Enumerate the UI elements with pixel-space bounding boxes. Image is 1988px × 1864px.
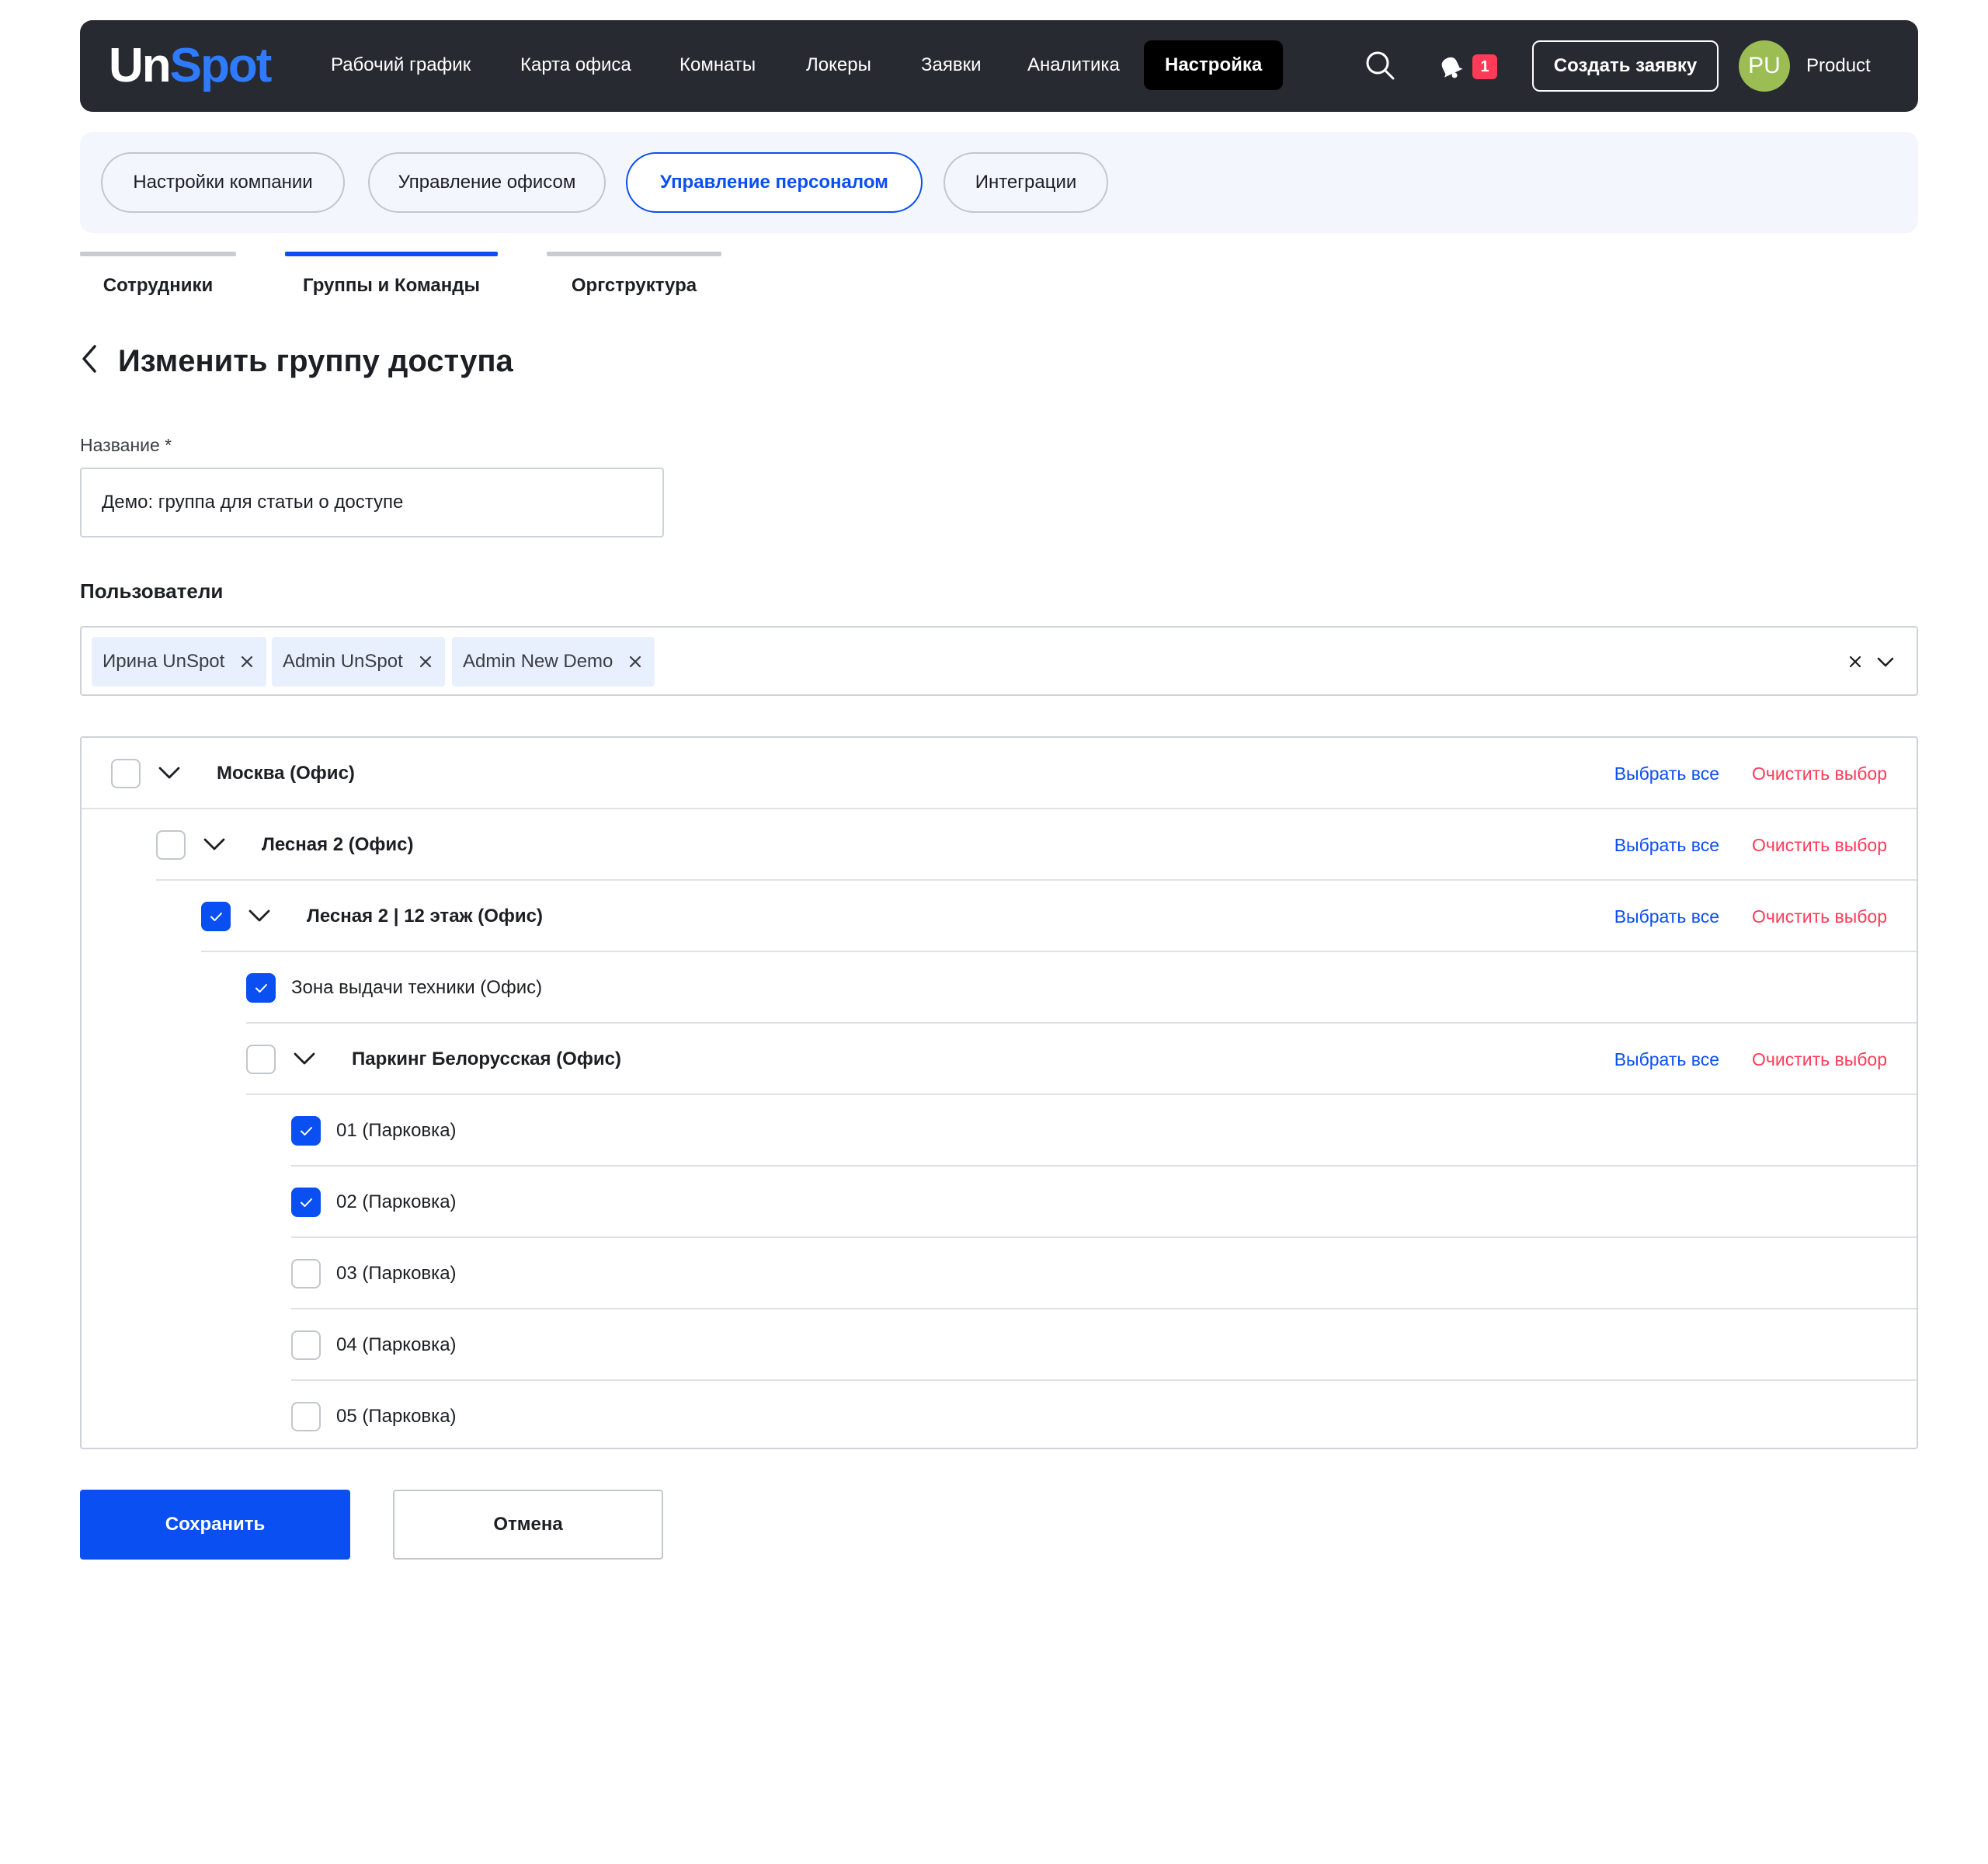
select-all-link[interactable]: Выбрать все [1614,881,1719,952]
save-button[interactable]: Сохранить [80,1490,350,1560]
user-tag-label: Ирина UnSpot [103,651,225,672]
top-navigation-bar: UnSpot Рабочий график Карта офиса Комнат… [80,20,1918,112]
tree-row-label: Лесная 2 (Офис) [262,834,414,855]
user-avatar[interactable]: PU [1739,40,1790,92]
section-staff-management[interactable]: Управление персоналом [626,152,923,213]
clear-selection-link[interactable]: Очистить выбор [1752,738,1887,809]
logo-text-un: Un [109,39,172,92]
checkbox[interactable] [246,1045,276,1074]
section-integrations[interactable]: Интеграции [944,152,1108,213]
nav-item-requests[interactable]: Заявки [921,40,982,90]
checkmark-icon [210,913,222,921]
user-tag-label: Admin UnSpot [283,651,403,672]
notification-bell-icon[interactable] [1437,53,1465,81]
tree-row-label: Лесная 2 | 12 этаж (Офис) [307,906,543,927]
user-tag: Admin UnSpot [272,637,445,687]
tree-row-moscow: Москва (Офис) Выбрать все Очистить выбор [82,738,1917,809]
tree-row-label: 03 (Парковка) [336,1263,457,1284]
checkbox-checked[interactable] [291,1188,321,1217]
tab-label: Оргструктура [571,275,697,296]
logo-text-spot: Spot [169,39,273,92]
page-title: Изменить группу доступа [118,344,513,378]
chevron-down-icon[interactable] [248,907,271,924]
nav-item-analytics[interactable]: Аналитика [1027,40,1120,90]
tab-label: Сотрудники [103,275,214,296]
user-tag: Ирина UnSpot [92,637,267,687]
tree-row-label: Москва (Офис) [217,763,355,784]
group-name-input[interactable] [80,468,664,537]
chevron-down-icon[interactable] [293,1050,316,1067]
tab-employees[interactable]: Сотрудники [80,252,236,298]
user-name[interactable]: Product [1806,40,1871,92]
checkbox[interactable] [291,1259,321,1288]
checkbox-checked[interactable] [246,973,276,1003]
remove-tag-icon[interactable] [628,655,642,669]
nav-item-lockers[interactable]: Локеры [806,40,871,90]
tree-row-lesnaya-2: Лесная 2 (Офис) Выбрать все Очистить выб… [156,809,1917,881]
search-icon[interactable] [1364,50,1395,81]
settings-section-bar: Настройки компании Управление офисом Упр… [80,132,1918,233]
section-company-settings[interactable]: Настройки компании [101,152,345,213]
tree-row-parking-spot: 04 (Парковка) [291,1309,1917,1381]
checkbox-checked[interactable] [201,902,231,931]
nav-item-office-map[interactable]: Карта офиса [520,40,631,90]
checkbox[interactable] [156,830,186,860]
user-tag: Admin New Demo [452,637,655,687]
tree-row-lesnaya-2-floor-12: Лесная 2 | 12 этаж (Офис) Выбрать все Оч… [201,881,1917,952]
tab-groups-and-teams[interactable]: Группы и Команды [285,252,498,298]
name-field-label: Название * [80,435,172,455]
tree-row-label: 01 (Парковка) [336,1120,457,1141]
tree-row-parking-spot: 01 (Парковка) [291,1095,1917,1167]
select-all-link[interactable]: Выбрать все [1614,738,1719,809]
nav-item-work-schedule[interactable]: Рабочий график [331,40,471,90]
tab-label: Группы и Команды [303,275,480,296]
tree-row-label: Паркинг Белорусская (Офис) [352,1048,621,1069]
user-tag-label: Admin New Demo [463,651,613,672]
tree-row-equipment-zone: Зона выдачи техники (Офис) [246,952,1917,1024]
create-request-button[interactable]: Создать заявку [1532,40,1719,92]
users-field-label: Пользователи [80,579,224,603]
checkbox[interactable] [111,759,141,788]
users-multiselect[interactable]: Ирина UnSpot Admin UnSpot Admin New Demo [80,626,1918,696]
checkmark-icon [301,1198,312,1207]
tree-row-label: 05 (Парковка) [336,1406,457,1427]
tab-indicator [80,252,236,256]
checkbox[interactable] [291,1402,321,1431]
location-access-tree: Москва (Офис) Выбрать все Очистить выбор… [80,736,1918,1449]
select-all-link[interactable]: Выбрать все [1614,809,1719,881]
checkmark-icon [301,1127,312,1135]
notification-count-badge: 1 [1472,54,1497,79]
tab-indicator [547,252,721,256]
chevron-down-icon[interactable] [1876,653,1895,670]
cancel-button[interactable]: Отмена [393,1490,663,1560]
tree-row-parking-spot: 02 (Парковка) [291,1167,1917,1238]
remove-tag-icon[interactable] [240,655,254,669]
tree-row-label: 02 (Парковка) [336,1191,457,1212]
tab-indicator-active [285,252,498,256]
tree-row-parking-spot: 05 (Парковка) [291,1381,1917,1448]
remove-tag-icon[interactable] [419,655,433,669]
clear-selection-link[interactable]: Очистить выбор [1752,881,1887,952]
tree-row-label: 04 (Парковка) [336,1334,457,1355]
nav-item-rooms[interactable]: Комнаты [679,40,756,90]
checkbox-checked[interactable] [291,1116,321,1146]
tree-row-parking-spot: 03 (Парковка) [291,1238,1917,1309]
clear-all-icon[interactable] [1848,655,1862,669]
nav-item-settings[interactable]: Настройка [1144,40,1284,90]
clear-selection-link[interactable]: Очистить выбор [1752,1024,1887,1095]
tab-org-structure[interactable]: Оргструктура [547,252,721,298]
tree-row-label: Зона выдачи техники (Офис) [291,977,543,998]
back-arrow-icon[interactable] [78,342,101,376]
checkmark-icon [255,984,267,993]
select-all-link[interactable]: Выбрать все [1614,1024,1719,1095]
checkbox[interactable] [291,1330,321,1360]
tree-row-parking-belorusskaya: Паркинг Белорусская (Офис) Выбрать все О… [246,1024,1917,1095]
chevron-down-icon[interactable] [203,836,226,853]
clear-selection-link[interactable]: Очистить выбор [1752,809,1887,881]
unspot-logo[interactable]: UnSpot [109,37,273,95]
chevron-down-icon[interactable] [158,764,181,781]
section-office-management[interactable]: Управление офисом [368,152,606,213]
